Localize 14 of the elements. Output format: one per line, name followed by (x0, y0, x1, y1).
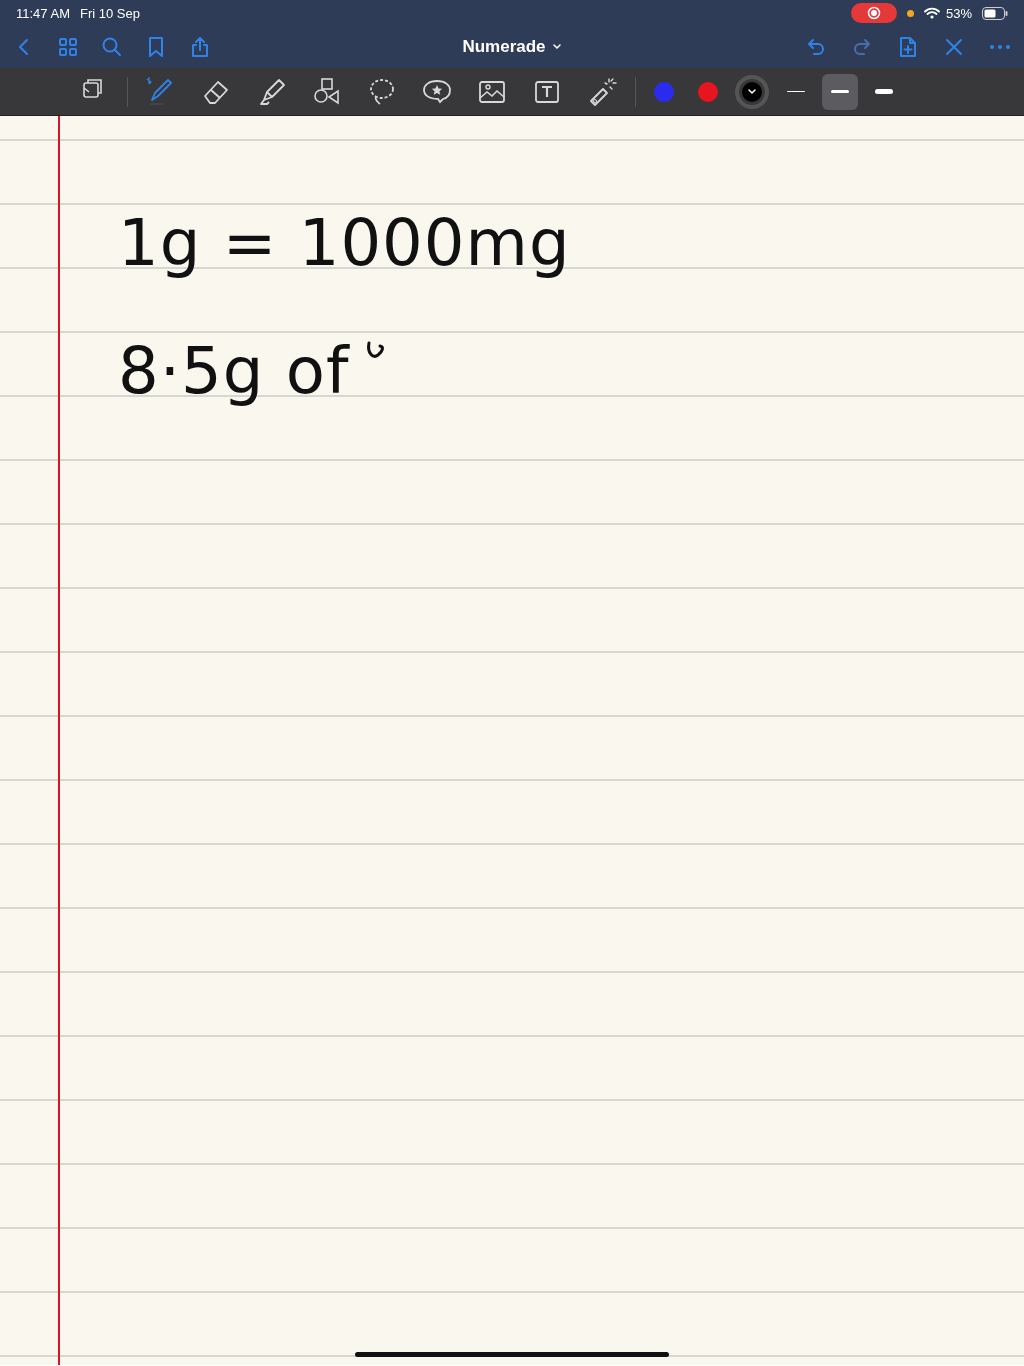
camera-indicator (906, 9, 914, 17)
document-title-button[interactable]: Numerade (462, 37, 562, 57)
wifi-icon (923, 7, 940, 19)
status-date: Fri 10 Sep (79, 5, 140, 21)
battery-icon (982, 6, 1008, 20)
chevron-down-icon (551, 43, 562, 51)
battery-level: 53% (945, 5, 972, 21)
search-icon[interactable] (100, 35, 124, 59)
status-time: 11:47 AM (16, 5, 70, 21)
grid-icon[interactable] (56, 35, 80, 59)
chevron-down-icon (748, 88, 756, 95)
record-icon (866, 6, 881, 20)
stroke-width-button[interactable] (822, 73, 858, 110)
color-swatch[interactable] (735, 74, 769, 109)
